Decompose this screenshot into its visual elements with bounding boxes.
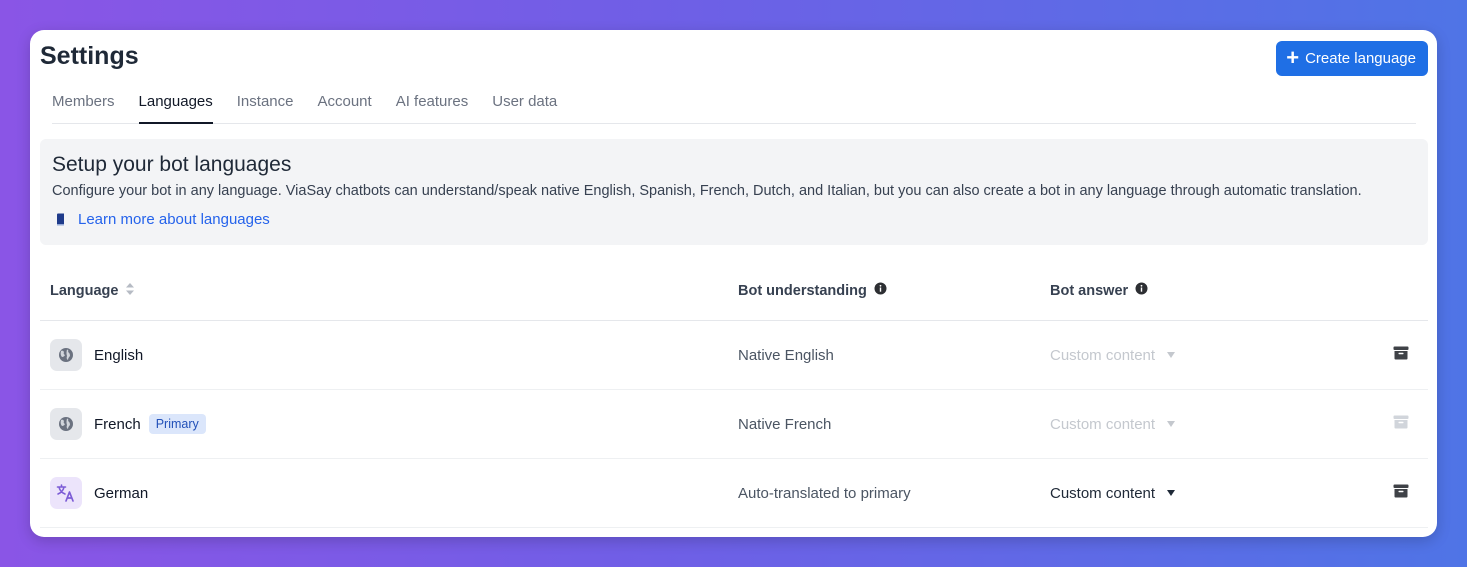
settings-tabs: Members Languages Instance Account AI fe… — [52, 88, 1416, 124]
archive-icon — [1393, 415, 1409, 434]
answer-value: Custom content — [1050, 415, 1156, 433]
understanding-cell: Native French — [738, 415, 832, 433]
page-title: Settings — [40, 42, 139, 70]
info-description: Configure your bot in any language. ViaS… — [52, 183, 1362, 199]
settings-card: Settings + Create language Members Langu… — [30, 30, 1437, 537]
tab-instance[interactable]: Instance — [237, 88, 294, 124]
language-name: German — [94, 484, 149, 502]
language-cell: French Primary — [50, 390, 206, 458]
language-name: French — [94, 415, 141, 433]
sort-icon[interactable] — [125, 282, 135, 300]
archive-button[interactable] — [1393, 390, 1409, 458]
create-language-label: Create language — [1305, 50, 1416, 67]
plus-icon: + — [1286, 44, 1300, 70]
answer-value: Custom content — [1050, 484, 1156, 502]
understanding-cell: Auto-translated to primary — [738, 484, 911, 502]
info-icon[interactable] — [874, 282, 887, 299]
tab-user-data[interactable]: User data — [492, 88, 557, 124]
language-cell: English — [50, 321, 143, 389]
table-row: German Auto-translated to primary Custom… — [40, 459, 1428, 528]
languages-table: Language Bot understanding Bot answer En… — [40, 260, 1428, 528]
tab-members[interactable]: Members — [52, 88, 115, 124]
language-cell: German — [50, 459, 148, 527]
globe-icon — [50, 339, 82, 371]
table-row: French Primary Native French Custom cont… — [40, 390, 1428, 459]
table-header: Language Bot understanding Bot answer — [40, 260, 1428, 321]
answer-header-label: Bot answer — [1050, 282, 1129, 299]
create-language-button[interactable]: + Create language — [1276, 41, 1428, 76]
book-icon — [56, 213, 66, 226]
language-column-header[interactable]: Language — [50, 282, 135, 300]
languages-info-box: Setup your bot languages Configure your … — [40, 139, 1428, 245]
info-title: Setup your bot languages — [52, 153, 292, 176]
answer-select[interactable]: Custom content — [1050, 321, 1176, 389]
language-name: English — [94, 346, 144, 364]
understanding-column-header: Bot understanding — [738, 282, 887, 299]
archive-button[interactable] — [1393, 321, 1409, 389]
chevron-down-icon — [1167, 421, 1176, 427]
translate-icon — [50, 477, 82, 509]
archive-button[interactable] — [1393, 459, 1409, 527]
understanding-cell: Native English — [738, 346, 834, 364]
language-header-label: Language — [50, 283, 119, 299]
learn-more-label: Learn more about languages — [78, 211, 270, 228]
answer-select[interactable]: Custom content — [1050, 459, 1176, 527]
chevron-down-icon — [1167, 352, 1176, 358]
answer-select[interactable]: Custom content — [1050, 390, 1176, 458]
globe-icon — [50, 408, 82, 440]
tab-languages[interactable]: Languages — [138, 88, 213, 124]
archive-icon — [1393, 484, 1409, 503]
info-icon[interactable] — [1135, 282, 1148, 299]
tab-account[interactable]: Account — [317, 88, 371, 124]
learn-more-link[interactable]: Learn more about languages — [52, 211, 1416, 228]
understanding-header-label: Bot understanding — [738, 282, 867, 299]
tab-ai-features[interactable]: AI features — [396, 88, 469, 124]
primary-badge: Primary — [148, 414, 206, 434]
table-row: English Native English Custom content — [40, 321, 1428, 390]
archive-icon — [1393, 346, 1409, 365]
chevron-down-icon — [1167, 490, 1176, 496]
answer-column-header: Bot answer — [1050, 282, 1148, 299]
answer-value: Custom content — [1050, 346, 1156, 364]
